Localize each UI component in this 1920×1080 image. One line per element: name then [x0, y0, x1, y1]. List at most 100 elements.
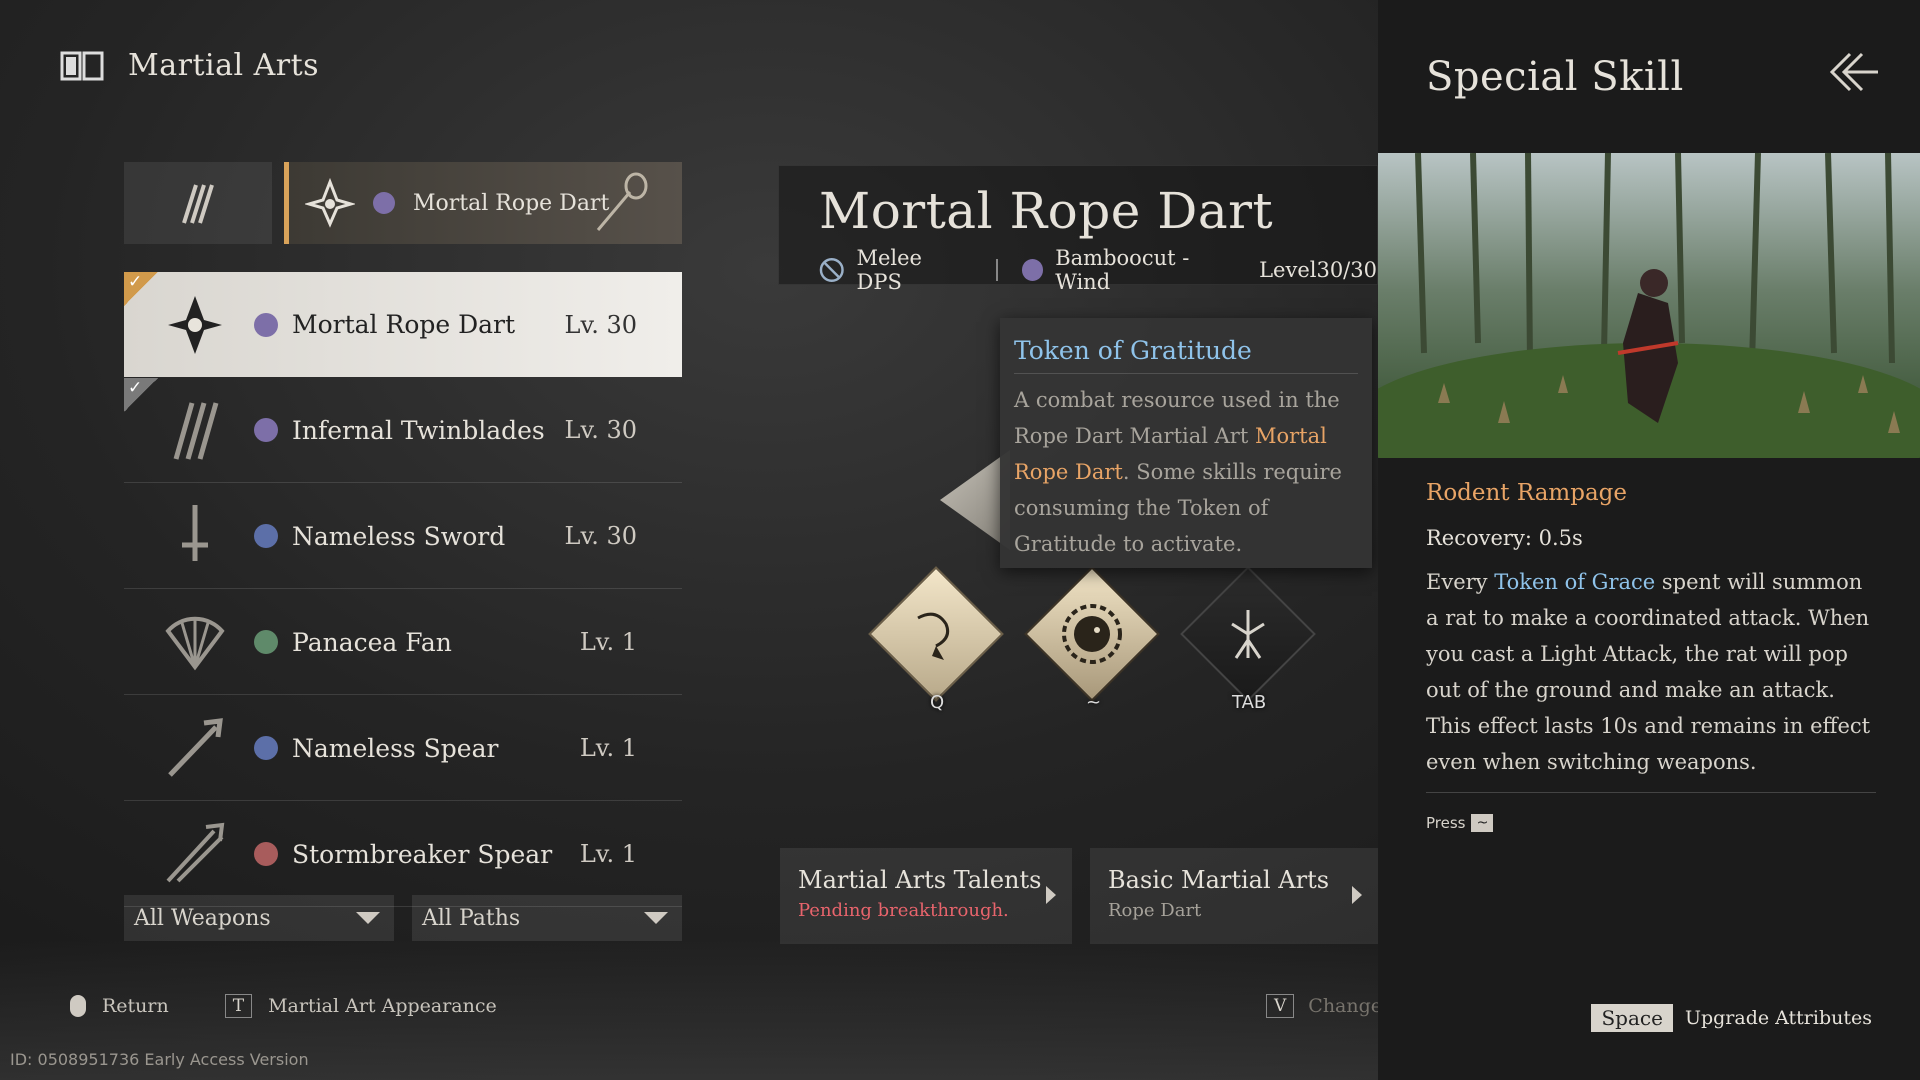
rope-dart-skill-icon: [917, 612, 950, 660]
weapon-level: Lv. 1: [579, 628, 637, 656]
weapons-filter-value: All Weapons: [134, 905, 271, 931]
skill-bar: Q ~ TAB: [858, 566, 1316, 716]
basic-title: Basic Martial Arts: [1108, 866, 1330, 894]
equipped-check-icon: ✓: [124, 378, 158, 412]
weapon-level: Lv. 30: [564, 310, 637, 339]
rat-skill-icon: [1062, 604, 1122, 664]
control-hints: Return T Martial Art Appearance: [70, 994, 497, 1018]
weapon-row-infernal-twinblades[interactable]: ✓ Infernal Twinblades Lv. 30: [124, 378, 682, 483]
tooltip-title: Token of Gratitude: [1014, 336, 1358, 374]
path-bamboocut-icon: [254, 418, 278, 442]
basic-subtitle: Rope Dart: [1108, 900, 1202, 921]
caret-down-icon: [644, 912, 668, 924]
appearance-hint[interactable]: Martial Art Appearance: [268, 995, 497, 1017]
martial-arts-talents-button[interactable]: Martial Arts Talents Pending breakthroug…: [780, 848, 1072, 944]
equipped-check-icon: ✓: [124, 272, 158, 306]
press-hint: Press ~: [1426, 814, 1494, 832]
weapon-name: Infernal Twinblades: [292, 415, 545, 445]
rope-dart-weapon-icon: [168, 295, 222, 354]
key-t: T: [224, 994, 253, 1018]
skill-key-q: Q: [930, 692, 945, 713]
skill-key-tilde: ~: [1086, 692, 1102, 713]
page-header: Martial Arts: [60, 48, 319, 83]
meta-divider: [995, 259, 998, 281]
desc-text-2: spent will summon a rat to make a coordi…: [1426, 570, 1871, 774]
special-skill-title: Special Skill: [1426, 54, 1684, 100]
path-bamboocut-icon: [373, 192, 395, 214]
paths-filter-dropdown[interactable]: All Paths: [412, 895, 682, 941]
desc-highlight: Token of Grace: [1494, 570, 1656, 594]
chevron-right-icon: [1352, 886, 1362, 904]
skill-slot-tab[interactable]: [1180, 566, 1316, 702]
path-silkbind-icon: [254, 630, 278, 654]
chevron-right-icon: [1046, 886, 1056, 904]
twinblades-icon: [182, 184, 214, 224]
weapon-level: Lv. 1: [579, 734, 637, 762]
weapon-name: Stormbreaker Spear: [292, 839, 553, 869]
weapon-name: Panacea Fan: [292, 627, 452, 657]
role-melee-dps-icon: [819, 257, 844, 283]
weapon-row-panacea-fan[interactable]: Panacea Fan Lv. 1: [124, 590, 682, 695]
page-title: Martial Arts: [128, 48, 320, 83]
press-label: Press: [1426, 814, 1466, 832]
weapons-filter-dropdown[interactable]: All Weapons: [124, 895, 394, 941]
path-stonesplit-icon: [254, 842, 278, 866]
spear-icon: [168, 718, 223, 777]
martial-art-title: Mortal Rope Dart: [819, 182, 1274, 240]
key-v: V: [1266, 994, 1295, 1018]
skill-key-tab: TAB: [1232, 692, 1267, 713]
weapon-name: Mortal Rope Dart: [292, 310, 516, 339]
version-id: ID: 0508951736 Early Access Version: [10, 1050, 309, 1069]
upgrade-label: Upgrade Attributes: [1684, 1007, 1872, 1029]
path-bellstrike-icon: [254, 736, 278, 760]
book-icon: [60, 51, 104, 80]
weapon-row-nameless-sword[interactable]: Nameless Sword Lv. 30: [124, 484, 682, 589]
weapon-level: Lv. 1: [579, 840, 637, 868]
fan-icon: [165, 616, 225, 671]
talents-status: Pending breakthrough.: [798, 900, 1009, 921]
skill-recovery: Recovery: 0.5s: [1426, 526, 1583, 550]
space-key: Space: [1591, 1004, 1673, 1032]
skill-slot-tilde[interactable]: [1024, 566, 1160, 702]
spear-icon: [166, 822, 225, 883]
rope-illustration-icon: [596, 172, 648, 231]
basic-martial-arts-button[interactable]: Basic Martial Arts Rope Dart: [1090, 848, 1378, 944]
tab-twinblades[interactable]: [124, 162, 272, 244]
desc-text-1: Every: [1426, 570, 1495, 594]
upgrade-attributes-hint[interactable]: Space Upgrade Attributes: [1591, 1004, 1872, 1032]
skill-slot-q[interactable]: [868, 566, 1004, 702]
weapon-name: Nameless Sword: [292, 521, 506, 551]
tab-mortal-rope-dart[interactable]: Mortal Rope Dart: [284, 162, 682, 244]
caret-down-icon: [356, 912, 380, 924]
weapon-level: Lv. 30: [564, 416, 637, 444]
special-skill-panel: Special Skill Rodent Rampage Recovery: 0…: [1378, 0, 1920, 1080]
sword-icon: [182, 505, 208, 561]
skill-preview-image: [1378, 153, 1920, 458]
martial-art-level: Level30/30: [1259, 258, 1377, 282]
path-label: Bamboocut - Wind: [1055, 246, 1190, 294]
weapon-row-nameless-spear[interactable]: Nameless Spear Lv. 1: [124, 696, 682, 801]
return-hint[interactable]: Return: [102, 995, 169, 1017]
martial-art-meta: Melee DPS Bamboocut - Wind Level30/30: [819, 246, 1377, 294]
divider: [1426, 792, 1876, 793]
path-bamboocut-icon: [1021, 259, 1044, 281]
weapon-list: ✓ Mortal Rope Dart Lv. 30 ✓ Infernal Twi…: [124, 272, 682, 908]
talents-title: Martial Arts Talents: [798, 866, 1042, 894]
weapon-row-stormbreaker-spear[interactable]: Stormbreaker Spear Lv. 1: [124, 802, 682, 907]
resource-tooltip: Token of Gratitude A combat resource use…: [1000, 318, 1372, 568]
skill-description: Every Token of Grace spent will summon a…: [1426, 564, 1876, 780]
skill-name: Rodent Rampage: [1426, 480, 1628, 506]
mouse-icon: [70, 995, 86, 1017]
role-label: Melee DPS: [856, 246, 922, 294]
path-bamboocut-icon: [254, 312, 278, 337]
twinblades-icon: [173, 402, 219, 460]
figure-skill-icon: [1231, 610, 1265, 659]
tooltip-body: A combat resource used in the Rope Dart …: [1014, 382, 1358, 562]
martial-art-detail-header: Mortal Rope Dart Melee DPS Bamboocut - W…: [778, 165, 1378, 294]
back-arrow-icon[interactable]: [1824, 50, 1880, 94]
weapon-level: Lv. 30: [564, 522, 637, 550]
paths-filter-value: All Paths: [422, 905, 521, 931]
tilde-key: ~: [1471, 814, 1494, 832]
filter-bar: All Weapons All Paths: [124, 895, 682, 941]
weapon-row-mortal-rope-dart[interactable]: ✓ Mortal Rope Dart Lv. 30: [124, 272, 682, 377]
